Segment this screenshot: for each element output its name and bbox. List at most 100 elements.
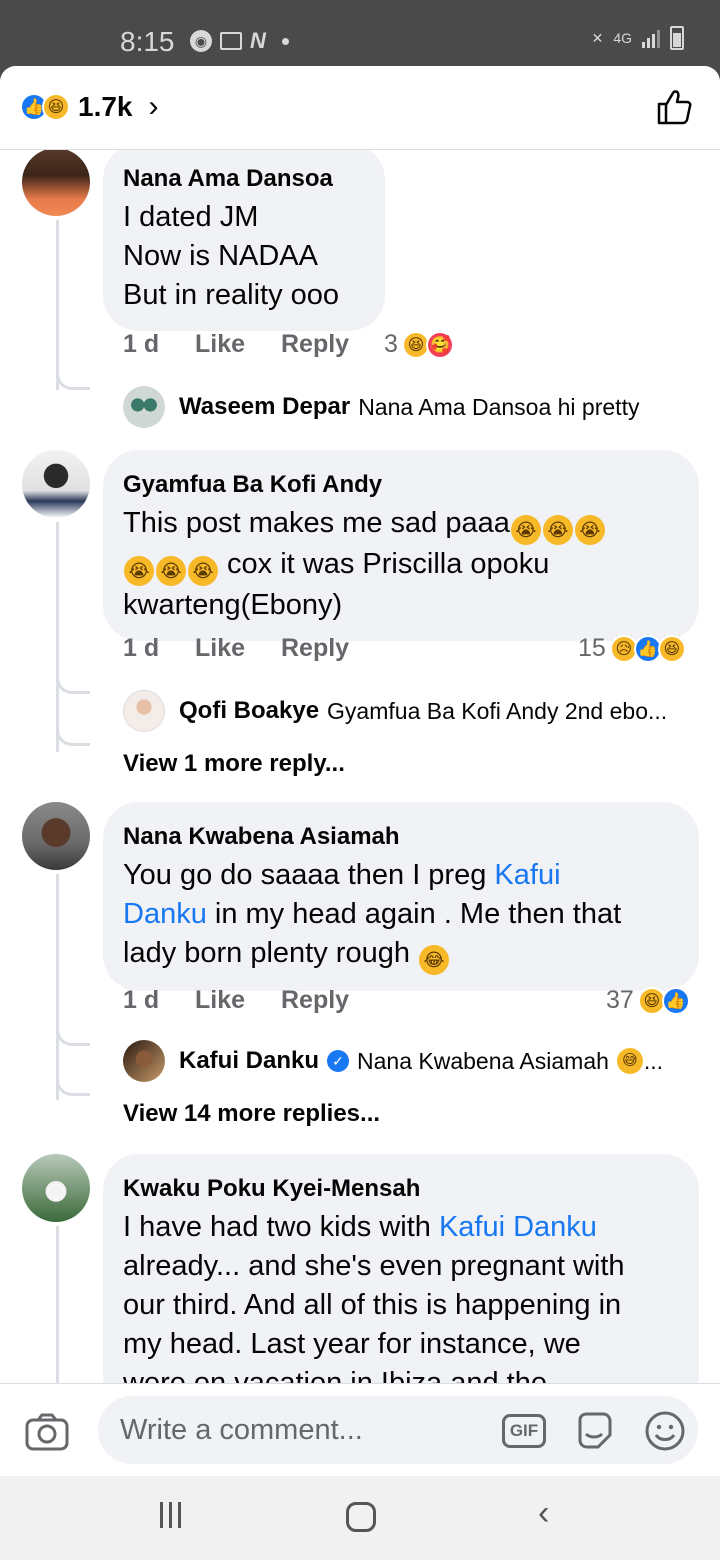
crying-emoji-icon: 😭 [124,556,154,586]
comments-feed[interactable]: Nana Ama Dansoa I dated JM Now is NADAA … [0,150,720,1383]
reply-truncation: ... [643,1047,664,1074]
reply-preview[interactable]: Qofi Boakye Gyamfua Ba Kofi Andy 2nd ebo… [123,690,667,732]
comment-text: lady born plenty rough [123,937,419,969]
comment-text: in my head again . Me then that [206,898,622,930]
comment-reaction-count: 37 [606,986,634,1014]
reaction-count: 1.7k [78,91,133,122]
reply-preview[interactable]: Kafui Danku ✓ Nana Kwabena Asiamah 😅 ... [123,1040,663,1082]
avatar[interactable] [22,150,90,216]
crying-emoji-icon: 😭 [574,515,605,545]
battery-icon [670,26,684,50]
avatar[interactable] [22,802,90,870]
reply-button[interactable]: Reply [281,986,349,1015]
view-more-replies[interactable]: View 1 more reply... [123,750,345,778]
reply-author[interactable]: Qofi Boakye [179,697,319,725]
comment-text: already... and she's even pregnant with [123,1250,625,1282]
gif-button[interactable]: GIF [502,1414,546,1448]
mention-link[interactable]: Danku [123,898,207,930]
thread-branch [56,372,90,390]
reactions-summary[interactable]: 👍 😆 1.7k › [20,90,159,124]
comment-text: I have had two kids with [123,1211,439,1243]
comment-text: You go do saaaa then I preg [123,859,495,891]
avatar[interactable] [123,690,165,732]
comments-sheet: 👍 😆 1.7k › Nana Ama Dansoa I dated JM No… [0,66,720,1476]
thread-branch [56,676,90,694]
thumbs-up-outline-icon[interactable] [656,88,692,126]
comment-text: kwarteng(Ebony) [123,589,343,621]
reply-button[interactable]: Reply [281,330,349,359]
status-time: 8:15 [120,26,175,57]
like-button[interactable]: Like [195,986,281,1015]
avatar[interactable] [22,1154,90,1222]
comment-bubble[interactable]: Nana Kwabena Asiamah You go do saaaa the… [103,802,699,991]
recents-icon[interactable] [160,1502,188,1532]
comment-text-line: lady born plenty rough 😂 [123,934,679,975]
emoji-icon[interactable] [644,1410,686,1452]
haha-reaction-icon: 😆 [657,634,686,663]
n-notification-icon: N [250,28,266,53]
comment-text: Now is NADAA [123,240,318,272]
reply-author[interactable]: Kafui Danku [179,1047,319,1075]
comment-bubble[interactable]: Kwaku Poku Kyei-Mensah I have had two ki… [103,1154,699,1383]
comment-bubble[interactable]: Nana Ama Dansoa I dated JM Now is NADAA … [103,150,385,331]
thread-branch [56,1078,90,1096]
comment-text-line: 😭 😭 😭 cox it was Priscilla opoku [123,545,679,586]
avatar[interactable] [22,450,90,518]
comment-author[interactable]: Kwaku Poku Kyei-Mensah [123,1174,679,1204]
status-bar: 8:15 ◉ N ✕ 4G [0,0,720,66]
comment-text: my head. Last year for instance, we [123,1328,581,1360]
comment-bubble[interactable]: Gyamfua Ba Kofi Andy This post makes me … [103,450,699,641]
crying-emoji-icon: 😭 [542,515,573,545]
comment-reactions[interactable]: 3 😆 🥰 [384,330,454,359]
comment-reactions[interactable]: 15 😥 👍 😆 [578,634,686,663]
comment-age[interactable]: 1 d [123,986,195,1015]
signal-icon [642,28,660,48]
more-notifications-icon [281,37,289,45]
reply-preview[interactable]: Waseem Depar Nana Ama Dansoa hi pretty [123,386,639,428]
comment-author[interactable]: Gyamfua Ba Kofi Andy [123,470,679,500]
back-icon[interactable]: ‹ [538,1494,549,1533]
network-type: 4G [613,30,632,46]
crying-emoji-icon: 😭 [188,556,218,586]
comment-actions: 1 d Like Reply [123,634,349,663]
comment-text-line: You go do saaaa then I preg Kafui [123,856,679,895]
like-button[interactable]: Like [195,330,281,359]
gallery-notification-icon [220,32,242,50]
comment-text-line: I have had two kids with Kafui Danku [123,1208,679,1247]
comment-text-line: This post makes me sad paaa 😭 😭 😭 [123,504,679,545]
comment-text-line: Danku in my head again . Me then that [123,895,679,934]
avatar[interactable] [123,1040,165,1082]
reply-author[interactable]: Waseem Depar [179,393,350,421]
thread-branch [56,1028,90,1046]
system-icons: ✕ 4G [592,26,684,50]
comment-author[interactable]: Nana Ama Dansoa [123,164,365,194]
comment-age[interactable]: 1 d [123,330,195,359]
reply-text: Nana Kwabena Asiamah [357,1047,609,1074]
crying-emoji-icon: 😭 [510,515,541,545]
avatar[interactable] [123,386,165,428]
mute-icon: ✕ [591,29,604,46]
comment-text: were on vacation in Ibiza and the [123,1367,547,1383]
view-more-replies[interactable]: View 14 more replies... [123,1100,380,1128]
reply-text: Gyamfua Ba Kofi Andy 2nd ebo... [327,697,668,724]
comment-reactions[interactable]: 37 😆 👍 [606,986,690,1015]
home-icon[interactable] [346,1502,376,1532]
comment-age[interactable]: 1 d [123,634,195,663]
like-reaction-icon: 👍 [661,986,690,1015]
comment-text: I dated JM [123,201,259,233]
mention-link[interactable]: Kafui Danku [439,1211,597,1243]
thread-branch [56,728,90,746]
comment-text: This post makes me sad paaa [123,507,510,539]
comment-author[interactable]: Nana Kwabena Asiamah [123,822,679,852]
messenger-notification-icon: ◉ [190,30,212,52]
reply-button[interactable]: Reply [281,634,349,663]
like-button[interactable]: Like [195,634,281,663]
haha-reaction-icon: 😆 [42,93,70,121]
sweat-smile-emoji-icon: 😅 [616,1048,643,1074]
camera-icon[interactable] [24,1412,70,1452]
mention-link[interactable]: Kafui [494,859,560,891]
sticker-icon[interactable] [574,1410,616,1452]
comment-actions: 1 d Like Reply [123,986,349,1015]
thread-line [56,874,59,1100]
thread-line [56,1226,59,1383]
